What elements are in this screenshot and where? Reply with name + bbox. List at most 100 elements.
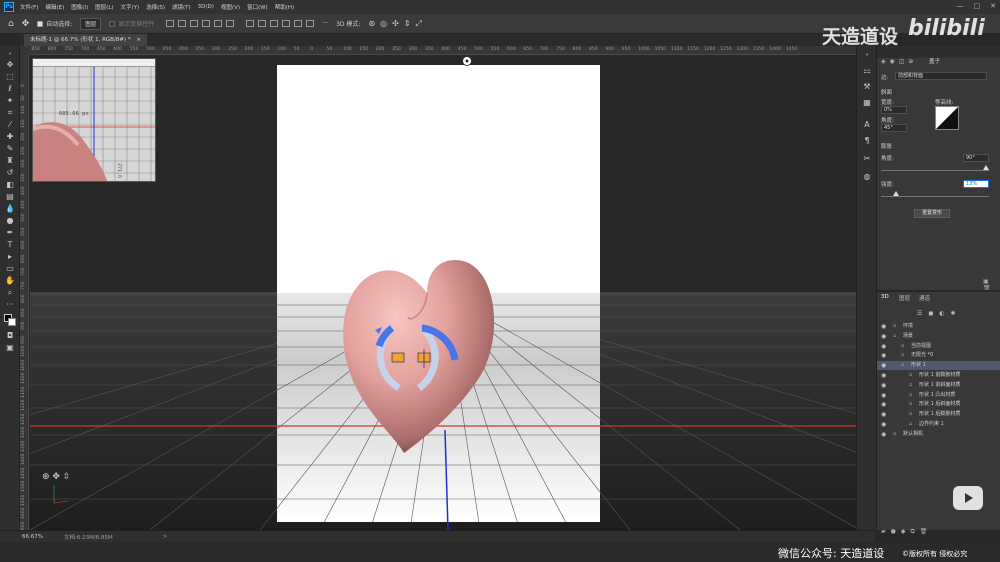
- render-icon[interactable]: ▣: [983, 278, 989, 285]
- magic-wand-icon[interactable]: ✦: [5, 96, 15, 106]
- crop-icon[interactable]: ⌗: [5, 108, 15, 118]
- eyedropper-icon[interactable]: ⁄: [5, 120, 15, 130]
- eraser-icon[interactable]: ◧: [5, 180, 15, 190]
- new-material-icon[interactable]: ◆: [901, 528, 911, 535]
- scene-tree-item[interactable]: ◉ ▫ 默认相机: [877, 430, 1000, 439]
- more-options-button[interactable]: ···: [322, 20, 328, 27]
- vertical-ruler[interactable]: 0 50 100 150 200 250 300 350 400 450 500 550 600 650 7…: [20, 55, 29, 530]
- history-brush-icon[interactable]: ↺: [5, 168, 15, 178]
- menu-file[interactable]: 文件(F): [20, 3, 38, 11]
- minimize-button[interactable]: —: [957, 2, 964, 10]
- visibility-eye-icon[interactable]: ◉: [881, 381, 886, 390]
- quick-mask-icon[interactable]: ◘: [5, 331, 15, 341]
- visibility-eye-icon[interactable]: ◉: [881, 420, 886, 429]
- zoom-icon[interactable]: ⌕: [5, 288, 15, 298]
- delete-icon[interactable]: 🗑: [920, 528, 933, 535]
- width-field[interactable]: 0%: [881, 106, 907, 114]
- tab-layers[interactable]: 图层: [899, 294, 910, 302]
- strength-slider[interactable]: [881, 196, 989, 197]
- horizontal-ruler[interactable]: 850 800 750 700 650 600 550 500 450 400 350 300 250 2…: [30, 46, 875, 55]
- distribute-left-icon[interactable]: [282, 20, 291, 27]
- visibility-eye-icon[interactable]: ◉: [881, 410, 886, 419]
- align-bottom-icon[interactable]: [226, 20, 235, 27]
- visibility-eye-icon[interactable]: ◉: [881, 361, 886, 370]
- angle-field[interactable]: 45°: [881, 124, 907, 132]
- menu-filter[interactable]: 滤镜(T): [172, 3, 191, 11]
- scene-tree-item[interactable]: ◉ ▫ 无限光 *0: [877, 351, 1000, 360]
- filter-material-icon[interactable]: ◐: [939, 310, 944, 317]
- libraries-icon[interactable]: ▦: [862, 98, 872, 108]
- hand-icon[interactable]: ✋: [5, 276, 15, 286]
- menu-edit[interactable]: 编辑(E): [45, 3, 64, 11]
- healing-icon[interactable]: ✚: [5, 132, 15, 142]
- visibility-eye-icon[interactable]: ◉: [881, 351, 886, 360]
- scene-tree-item[interactable]: ◉ ▫ 形状 1 前膨胀材质: [877, 371, 1000, 380]
- drag-icon[interactable]: ✣: [392, 19, 399, 28]
- scene-tree-item[interactable]: ◉ ▫ 环境: [877, 322, 1000, 331]
- align-left-icon[interactable]: [166, 20, 175, 27]
- gradient-icon[interactable]: ▤: [5, 192, 15, 202]
- more-tools-icon[interactable]: ···: [5, 300, 15, 310]
- scene-tree-item[interactable]: ◉ ▫ 当前视图: [877, 342, 1000, 351]
- path-select-icon[interactable]: ▸: [5, 252, 15, 262]
- visibility-eye-icon[interactable]: ◉: [881, 430, 886, 439]
- menu-layer[interactable]: 图层(L): [95, 3, 113, 11]
- background-color[interactable]: [8, 318, 16, 326]
- adjustments-icon[interactable]: ⚒: [862, 82, 872, 92]
- tab-3d[interactable]: 3D: [881, 294, 889, 300]
- visibility-eye-icon[interactable]: ◉: [881, 342, 886, 351]
- dodge-icon[interactable]: ●: [5, 216, 15, 226]
- visibility-eye-icon[interactable]: ◉: [881, 391, 886, 400]
- menu-type[interactable]: 文字(Y): [121, 3, 140, 11]
- scene-tree-item[interactable]: ◉ ▫ 形状 1 前斜面材质: [877, 381, 1000, 390]
- new-light-icon[interactable]: ●: [891, 528, 901, 535]
- new-scene-icon[interactable]: ▰: [881, 528, 891, 535]
- reset-deformation-button[interactable]: 重置变形: [914, 209, 950, 218]
- menu-3d[interactable]: 3D(D): [198, 4, 214, 10]
- 3d-scene[interactable]: ⊕ ✥ ⇳: [30, 55, 875, 530]
- align-top-icon[interactable]: [202, 20, 211, 27]
- inflate-angle-slider-knob[interactable]: [983, 165, 989, 170]
- filter-scene-icon[interactable]: ☰: [917, 310, 922, 317]
- shape-icon[interactable]: ▭: [5, 264, 15, 274]
- menu-image[interactable]: 图像(I): [71, 3, 88, 11]
- menu-window[interactable]: 窗口(W): [247, 3, 268, 11]
- scene-tree-item[interactable]: ◉ ▫ 形状 1: [877, 361, 1000, 371]
- move-tool-icon[interactable]: ✥: [22, 19, 30, 29]
- blur-icon[interactable]: 💧: [5, 204, 15, 214]
- inflate-angle-field[interactable]: 90°: [963, 154, 989, 162]
- filter-mesh-icon[interactable]: ◼: [928, 310, 933, 317]
- brush-icon[interactable]: ✎: [5, 144, 15, 154]
- scene-tree-item[interactable]: ◉ ▫ 形状 1 后斜面材质: [877, 400, 1000, 409]
- tools-icon[interactable]: ✂: [862, 154, 872, 164]
- character-icon[interactable]: A: [862, 120, 872, 130]
- roll-icon[interactable]: ◎: [380, 19, 387, 28]
- 3d-icon[interactable]: ◍: [862, 172, 872, 182]
- deform-icon[interactable]: ◉: [890, 58, 895, 65]
- menu-help[interactable]: 帮助(H): [275, 3, 294, 11]
- maximize-button[interactable]: □: [974, 2, 981, 10]
- auto-select-checkbox[interactable]: 自动选择:: [37, 19, 72, 28]
- filter-light-icon[interactable]: ✺: [950, 310, 955, 317]
- distribute-right-icon[interactable]: [306, 20, 315, 27]
- collapse-toolbar-icon[interactable]: »: [5, 49, 15, 59]
- scene-tree-item[interactable]: ◉ ▫ 形状 1 后膨胀材质: [877, 410, 1000, 419]
- align-right-icon[interactable]: [190, 20, 199, 27]
- orbit-icon[interactable]: ⊛: [368, 19, 375, 28]
- light-widget-icon[interactable]: [462, 56, 472, 66]
- status-menu-arrow[interactable]: >: [163, 534, 168, 540]
- align-middle-icon[interactable]: [214, 20, 223, 27]
- canvas-area[interactable]: ⊕ ✥ ⇳: [30, 55, 875, 530]
- type-icon[interactable]: T: [5, 240, 15, 250]
- lasso-icon[interactable]: ℓ: [5, 84, 15, 94]
- auto-select-dropdown[interactable]: 图层: [80, 17, 102, 30]
- menu-view[interactable]: 视图(V): [221, 3, 240, 11]
- paragraph-icon[interactable]: ¶: [862, 136, 872, 146]
- gizmo-left-handle[interactable]: [391, 352, 405, 363]
- play-icon[interactable]: [953, 486, 983, 510]
- preset-dropdown[interactable]: 前部和背面: [895, 72, 987, 80]
- zoom-level[interactable]: 66.67%: [22, 534, 50, 540]
- navigator-header[interactable]: [33, 59, 155, 67]
- visibility-eye-icon[interactable]: ◉: [881, 400, 886, 409]
- slide-icon[interactable]: ⇕: [404, 19, 411, 28]
